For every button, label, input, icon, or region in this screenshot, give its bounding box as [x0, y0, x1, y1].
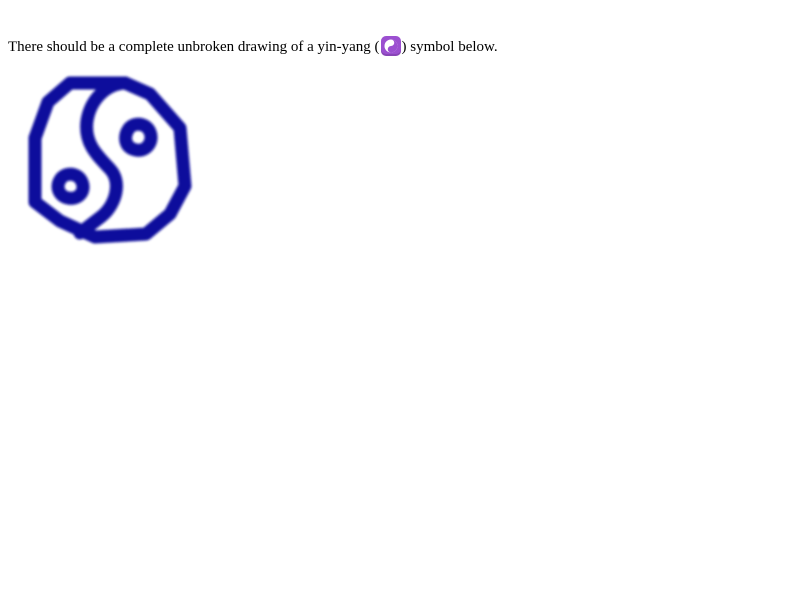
yin-yang-drawing-icon: [28, 76, 192, 244]
yin-yang-emoji-icon: [380, 36, 401, 56]
lower-dot: [51, 167, 90, 205]
yin-yang-drawing: [20, 66, 210, 261]
instruction-text-before: There should be a complete unbroken draw…: [8, 39, 380, 55]
center-curve: [73, 76, 132, 240]
page: There should be a complete unbroken draw…: [0, 0, 800, 600]
upper-dot: [119, 117, 158, 157]
instruction-text-after: ) symbol below.: [401, 39, 498, 55]
instruction-text: There should be a complete unbroken draw…: [8, 36, 498, 57]
